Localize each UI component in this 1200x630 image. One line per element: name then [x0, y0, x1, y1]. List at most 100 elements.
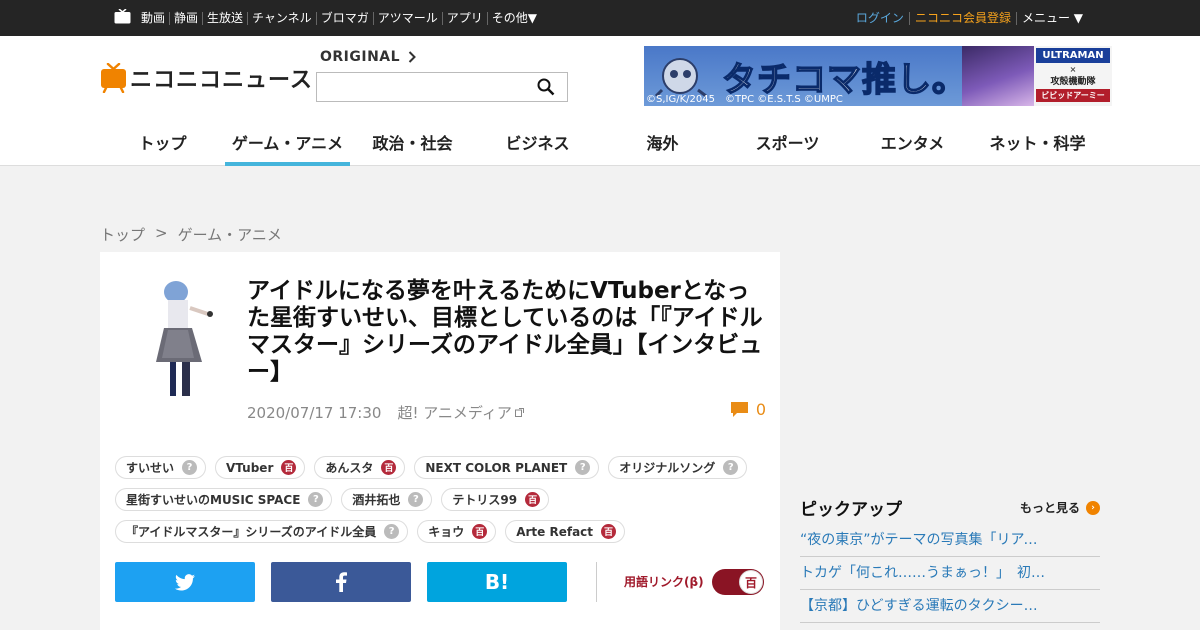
term-link-label: 用語リンク(β): [624, 575, 704, 589]
global-link-other[interactable]: その他▼: [486, 11, 541, 25]
article-source-link[interactable]: 超! アニメディア: [397, 402, 524, 423]
nav-tab-business[interactable]: ビジネス: [475, 114, 600, 166]
term-link-toggle[interactable]: 百: [712, 569, 764, 595]
pickup-more-link[interactable]: もっと見る ›: [1020, 499, 1100, 516]
tag-chip[interactable]: 星街すいせいのMUSIC SPACE?: [115, 488, 333, 511]
category-nav: トップ ゲーム・アニメ 政治・社会 ビジネス 海外 スポーツ エンタメ ネット・…: [100, 114, 1100, 166]
tag-label: 『アイドルマスター』シリーズのアイドル全員: [126, 525, 377, 539]
global-link-seiga[interactable]: 静画: [169, 11, 202, 25]
nav-tab-sports[interactable]: スポーツ: [725, 114, 850, 166]
twitter-share-button[interactable]: [115, 562, 255, 602]
site-header: ニコニコニュース ORIGINAL タチコマ推し。 ©S,IG/K/2045 ©…: [0, 36, 1200, 166]
facebook-icon: [335, 572, 347, 592]
chevron-right-circle-icon: ›: [1086, 500, 1100, 515]
tag-chip[interactable]: オリジナルソング?: [608, 456, 748, 479]
pickup-header: ピックアップ もっと見る ›: [800, 495, 1100, 520]
question-icon[interactable]: ?: [308, 492, 324, 507]
nav-tab-politics[interactable]: 政治・社会: [350, 114, 475, 166]
share-divider: [596, 562, 597, 602]
twitter-icon: [175, 573, 195, 590]
pickup-item[interactable]: トカゲ「何これ……うまぁっ！」 初トマト: [800, 557, 1100, 590]
tag-label: 酒井拓也: [352, 493, 401, 507]
tag-list: すいせい? VTuber 百あんスタ百 NEXT COLOR PLANET? オリジナル…: [115, 456, 765, 543]
tag-label: NEXT COLOR PLANET: [425, 460, 568, 475]
pickup-title: ピックアップ: [800, 500, 902, 520]
nav-tab-top[interactable]: トップ: [100, 114, 225, 166]
question-icon[interactable]: ?: [723, 460, 739, 475]
article-title[interactable]: アイドルになる夢を叶えるためにVTuberとなった星街すいせい、目標としているの…: [247, 278, 767, 386]
dic-icon[interactable]: 百: [525, 492, 541, 507]
hatena-icon: B!: [484, 570, 510, 594]
external-link-icon: [514, 408, 524, 417]
global-link-video[interactable]: 動画: [141, 11, 169, 25]
dic-icon: 百: [739, 570, 763, 594]
tag-label: すいせい: [126, 461, 175, 475]
breadcrumb-home[interactable]: トップ: [100, 224, 145, 245]
banner-brand-block: ULTRAMAN × 攻殻機動隊 ビビッドアーミー: [1034, 46, 1112, 106]
global-link-atsumaru[interactable]: アツマール: [372, 11, 442, 25]
tag-chip[interactable]: Arte Refact 百: [505, 520, 626, 543]
search-input[interactable]: [316, 72, 568, 102]
hatena-bookmark-button[interactable]: B!: [427, 562, 567, 602]
tag-chip[interactable]: テトリス99 百: [441, 488, 550, 511]
dic-icon[interactable]: 百: [281, 460, 297, 475]
search-icon[interactable]: [537, 78, 555, 96]
tag-chip[interactable]: あんスタ百: [314, 456, 406, 479]
breadcrumb-current[interactable]: ゲーム・アニメ: [178, 224, 282, 245]
question-icon[interactable]: ?: [575, 460, 591, 475]
tag-label: VTuber: [226, 460, 274, 475]
tag-label: あんスタ: [325, 461, 374, 475]
article-date: 2020/07/17 17:30: [247, 403, 382, 422]
register-link[interactable]: ニコニコ会員登録: [908, 11, 1016, 25]
nav-tab-overseas[interactable]: 海外: [600, 114, 725, 166]
global-link-app[interactable]: アプリ: [441, 11, 487, 25]
global-nav-links: 動画 静画 生放送 チャンネル ブロマガ アツマール アプリ その他▼: [141, 0, 541, 36]
nav-tab-game-anime[interactable]: ゲーム・アニメ: [225, 114, 350, 166]
article-meta: 2020/07/17 17:30 超! アニメディア: [247, 402, 524, 423]
dic-icon[interactable]: 百: [601, 524, 617, 539]
dic-icon[interactable]: 百: [381, 460, 397, 475]
article-source: 超! アニメディア: [397, 404, 512, 422]
comment-count-value: 0: [755, 400, 766, 419]
logo-text: ニコニコニュース: [130, 68, 313, 93]
question-icon[interactable]: ?: [384, 524, 400, 539]
article-card: アイドルになる夢を叶えるためにVTuberとなった星街すいせい、目標としているの…: [100, 252, 780, 630]
banner-character-image: [962, 46, 1034, 106]
tag-chip[interactable]: VTuber 百: [215, 456, 306, 479]
site-logo[interactable]: ニコニコニュース: [100, 63, 313, 93]
banner-brand-x: ×: [1069, 65, 1077, 74]
login-link[interactable]: ログイン: [851, 11, 909, 25]
global-link-channel[interactable]: チャンネル: [247, 11, 316, 25]
question-icon[interactable]: ?: [408, 492, 424, 507]
niconico-tv-icon[interactable]: [114, 9, 131, 24]
comment-bubble-icon: [730, 402, 748, 417]
nav-tab-net-science[interactable]: ネット・科学: [975, 114, 1100, 166]
pickup-item[interactable]: 【京都】ひどすぎる運転のタクシードライバー: [800, 590, 1100, 623]
tag-label: キョウ: [428, 525, 465, 539]
chevron-right-icon: [408, 51, 416, 63]
pickup-item[interactable]: “夜の東京”がテーマの写真集「リアムの写真集」: [800, 524, 1100, 557]
article-thumbnail[interactable]: [138, 278, 224, 400]
tag-chip[interactable]: キョウ百: [417, 520, 497, 543]
facebook-share-button[interactable]: [271, 562, 411, 602]
breadcrumb-separator: >: [155, 224, 168, 242]
pickup-more-label: もっと見る: [1019, 501, 1080, 515]
ad-banner[interactable]: タチコマ推し。 ©S,IG/K/2045 ©TPC ©E.S.T.S ©UMPC…: [644, 46, 1112, 106]
global-topbar: 動画 静画 生放送 チャンネル ブロマガ アツマール アプリ その他▼ ログイン…: [0, 0, 1200, 36]
tag-chip[interactable]: 酒井拓也?: [341, 488, 433, 511]
dic-icon[interactable]: 百: [472, 524, 488, 539]
account-links: ログイン ニコニコ会員登録 メニュー ▼: [851, 0, 1088, 36]
tag-chip[interactable]: 『アイドルマスター』シリーズのアイドル全員?: [115, 520, 409, 543]
nav-tab-entertainment[interactable]: エンタメ: [850, 114, 975, 166]
comment-count[interactable]: 0: [730, 400, 766, 419]
tag-label: オリジナルソング: [619, 461, 716, 475]
question-icon[interactable]: ?: [182, 460, 198, 475]
menu-dropdown[interactable]: メニュー ▼: [1015, 11, 1088, 25]
global-link-blomaga[interactable]: ブロマガ: [315, 11, 373, 25]
tag-label: Arte Refact: [516, 524, 594, 539]
tag-label: テトリス99: [452, 493, 518, 507]
tag-chip[interactable]: NEXT COLOR PLANET?: [414, 456, 600, 479]
global-link-live[interactable]: 生放送: [202, 11, 247, 25]
original-link[interactable]: ORIGINAL: [320, 49, 416, 65]
tag-chip[interactable]: すいせい?: [115, 456, 207, 479]
